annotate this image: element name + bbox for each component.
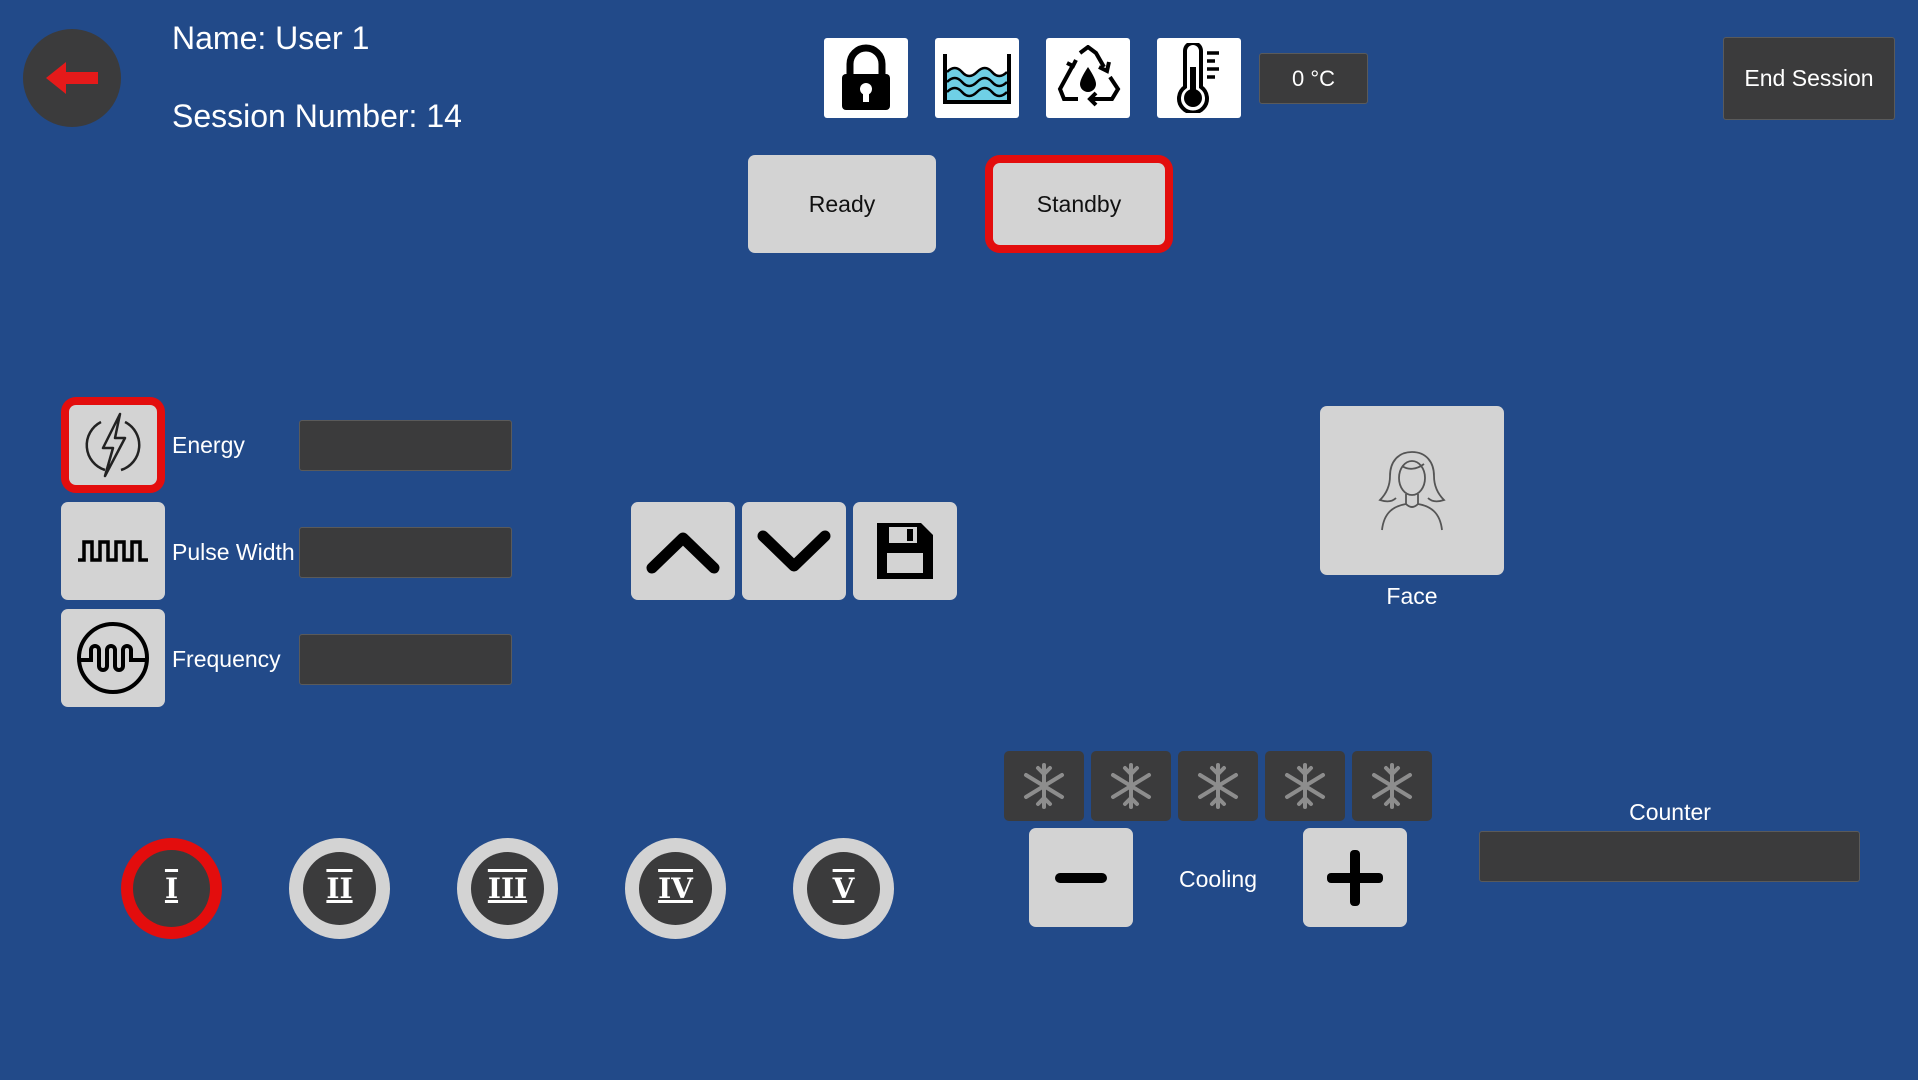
counter-label: Counter — [1629, 799, 1711, 825]
plus-icon — [1327, 849, 1383, 906]
standby-button[interactable]: Standby — [993, 163, 1165, 245]
pulse-wave-icon — [78, 540, 148, 562]
user-name-label: Name: User 1 — [172, 20, 370, 56]
end-session-button[interactable]: End Session — [1723, 37, 1895, 120]
mode-button-1[interactable]: I — [121, 838, 222, 939]
snowflake-icon — [1198, 763, 1238, 809]
frequency-wave-icon — [77, 622, 149, 694]
face-area-button[interactable] — [1320, 406, 1504, 575]
snowflake-icon — [1372, 763, 1412, 809]
lock-status[interactable] — [824, 38, 908, 118]
mode-button-2[interactable]: II — [289, 838, 390, 939]
snowflake-icon — [1024, 763, 1064, 809]
snowflake-icon — [1285, 763, 1325, 809]
cooling-decrease-button[interactable] — [1029, 828, 1133, 927]
cooling-level-3 — [1178, 751, 1258, 821]
cooling-level-1 — [1004, 751, 1084, 821]
cooling-increase-button[interactable] — [1303, 828, 1407, 927]
recycle-water-status[interactable] — [1046, 38, 1130, 118]
face-label: Face — [1386, 583, 1438, 609]
cooling-level-5 — [1352, 751, 1432, 821]
water-level-icon — [943, 54, 1011, 104]
energy-button[interactable] — [69, 405, 157, 485]
chevron-down-icon — [757, 530, 831, 572]
recycle-water-icon — [1057, 45, 1121, 107]
mode-button-5[interactable]: V — [793, 838, 894, 939]
increase-button[interactable] — [631, 502, 735, 600]
decrease-button[interactable] — [742, 502, 846, 600]
ready-button[interactable]: Ready — [748, 155, 936, 253]
mode-button-4[interactable]: IV — [625, 838, 726, 939]
session-number-label: Session Number: 14 — [172, 98, 462, 134]
energy-label: Energy — [172, 432, 245, 458]
mode-label: V — [807, 852, 880, 925]
thermometer-icon — [1177, 43, 1219, 113]
water-level-status[interactable] — [935, 38, 1019, 118]
thermometer-status[interactable] — [1157, 38, 1241, 118]
mode-label: I — [133, 850, 210, 927]
mode-label: IV — [639, 852, 712, 925]
mode-label: III — [471, 852, 544, 925]
cooling-label: Cooling — [1179, 866, 1257, 892]
pulse-width-field[interactable] — [299, 527, 512, 578]
cooling-level-2 — [1091, 751, 1171, 821]
chevron-up-icon — [646, 532, 720, 574]
energy-field[interactable] — [299, 420, 512, 471]
counter-field — [1479, 831, 1860, 882]
save-icon — [877, 523, 933, 579]
cooling-level-4 — [1265, 751, 1345, 821]
snowflake-icon — [1111, 763, 1151, 809]
lightning-icon — [85, 412, 141, 478]
save-button[interactable] — [853, 502, 957, 600]
temperature-readout: 0 °C — [1259, 53, 1368, 104]
frequency-label: Frequency — [172, 646, 281, 672]
pulse-width-button[interactable] — [61, 502, 165, 600]
woman-face-icon — [1378, 450, 1446, 530]
minus-icon — [1055, 872, 1107, 883]
mode-button-3[interactable]: III — [457, 838, 558, 939]
frequency-button[interactable] — [61, 609, 165, 707]
arrow-left-icon — [46, 62, 98, 94]
back-button[interactable] — [23, 29, 121, 127]
pulse-width-label: Pulse Width — [172, 539, 295, 565]
lock-icon — [842, 44, 890, 110]
frequency-field[interactable] — [299, 634, 512, 685]
mode-label: II — [303, 852, 376, 925]
